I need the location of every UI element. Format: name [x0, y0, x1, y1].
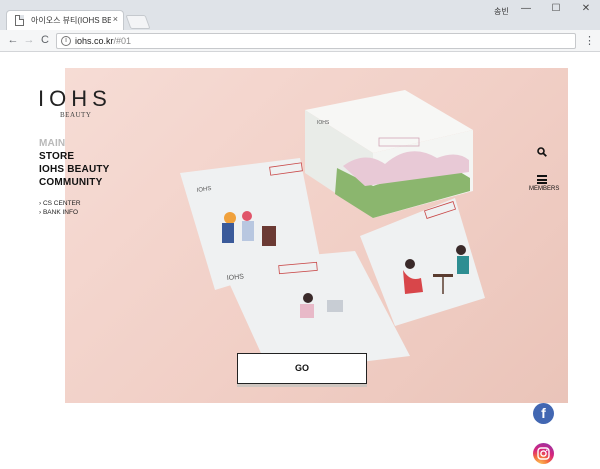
instagram-icon[interactable]: [533, 443, 554, 464]
nav-item-store[interactable]: STORE: [39, 150, 110, 163]
address-bar[interactable]: i iohs.co.kr/#01: [56, 33, 576, 49]
members-label[interactable]: MEMBERS: [529, 186, 559, 192]
url-path: /#01: [113, 36, 132, 46]
minimize-icon[interactable]: —: [518, 3, 534, 14]
subnav-item-cs-center[interactable]: › CS CENTER: [39, 199, 81, 208]
browser-menu-icon[interactable]: ⋮: [584, 34, 595, 47]
site-logo-subtitle: BEAUTY: [60, 111, 92, 119]
go-button[interactable]: GO: [237, 353, 367, 384]
profile-label[interactable]: 송빈: [494, 6, 509, 17]
url-host: iohs.co.kr: [75, 36, 114, 46]
product-box: IOHS: [305, 90, 473, 218]
info-icon[interactable]: i: [61, 36, 71, 46]
url-text[interactable]: iohs.co.kr/#01: [75, 36, 131, 46]
maximize-icon[interactable]: ☐: [548, 3, 564, 14]
nav-item-iohs-beauty[interactable]: IOHS BEAUTY: [39, 163, 110, 176]
back-icon[interactable]: ←: [6, 34, 20, 46]
tab-title: 아이오스 뷰티(IOHS BE: [31, 16, 111, 25]
svg-text:IOHS: IOHS: [317, 120, 330, 126]
browser-toolbar: ← → C i iohs.co.kr/#01 ⋮: [0, 30, 600, 52]
instagram-glyph: [537, 447, 550, 460]
forward-icon[interactable]: →: [22, 34, 36, 46]
nav-item-community[interactable]: COMMUNITY: [39, 176, 110, 189]
sub-nav: › CS CENTER › BANK INFO: [39, 199, 81, 217]
new-tab-button[interactable]: [125, 15, 151, 29]
close-window-icon[interactable]: ✕: [578, 3, 594, 14]
subnav-item-bank-info[interactable]: › BANK INFO: [39, 208, 81, 217]
main-nav: MAIN STORE IOHS BEAUTY COMMUNITY: [39, 137, 110, 189]
browser-titlebar: 아이오스 뷰티(IOHS BE × 송빈 — ☐ ✕: [0, 0, 600, 30]
page-viewport: IOHS IOHS IOHS IOHS BEAUTY MAIN STORE IO…: [2, 53, 598, 464]
site-logo[interactable]: IOHS: [38, 86, 112, 112]
facebook-glyph: f: [541, 405, 546, 421]
tab-close-icon[interactable]: ×: [113, 14, 118, 24]
browser-tab[interactable]: 아이오스 뷰티(IOHS BE ×: [6, 10, 124, 30]
menu-icon[interactable]: [537, 175, 547, 184]
search-icon[interactable]: [537, 147, 547, 157]
nav-item-main[interactable]: MAIN: [39, 137, 110, 150]
reload-icon[interactable]: C: [38, 34, 52, 46]
document-icon: [15, 15, 24, 26]
